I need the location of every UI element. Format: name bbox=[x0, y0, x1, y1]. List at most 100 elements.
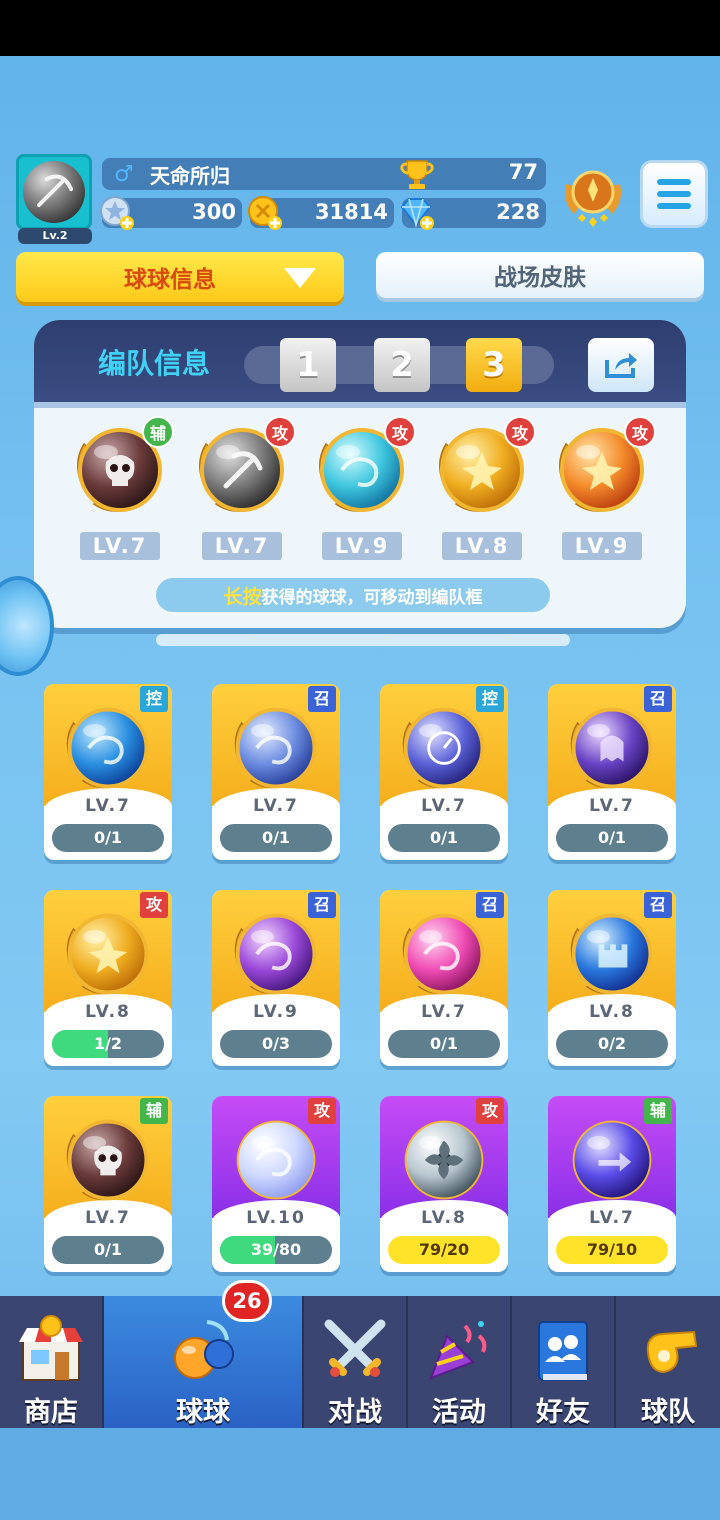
share-button[interactable] bbox=[588, 338, 654, 392]
menu-button[interactable] bbox=[640, 160, 708, 228]
upgrade-progress-bar: 0/2 bbox=[556, 1030, 668, 1058]
ball-role-tag: 攻 bbox=[140, 892, 168, 918]
nav-separator bbox=[302, 1296, 304, 1428]
ball-level: LV.8 bbox=[589, 1002, 635, 1022]
team-ball-level: LV.7 bbox=[80, 532, 160, 560]
nav-item-party-popper[interactable]: 活动 bbox=[408, 1296, 510, 1428]
nav-separator bbox=[510, 1296, 512, 1428]
sun-ball-icon[interactable]: 攻 bbox=[552, 416, 656, 520]
pickaxe-ball-icon[interactable]: 攻 bbox=[192, 416, 296, 520]
skull-ball-icon[interactable]: 辅 bbox=[70, 416, 174, 520]
team-hint: 长按 获得的球球，可移动到编队框 bbox=[156, 578, 550, 612]
balls-icon bbox=[165, 1312, 241, 1388]
ball-role-tag: 攻 bbox=[624, 416, 656, 448]
ball-role-tag: 攻 bbox=[264, 416, 296, 448]
ball-card[interactable]: 攻 LV.8 1/2 bbox=[44, 890, 172, 1066]
progress-text: 0/2 bbox=[597, 1034, 627, 1053]
nav-item-crossed-swords[interactable]: 对战 bbox=[304, 1296, 406, 1428]
status-bar bbox=[0, 0, 720, 56]
ball-role-tag: 控 bbox=[476, 686, 504, 712]
stars-value: 300 bbox=[192, 200, 236, 224]
upgrade-progress-bar: 0/1 bbox=[52, 1236, 164, 1264]
team-slot-3[interactable]: 3 bbox=[466, 338, 522, 392]
party-popper-icon bbox=[421, 1312, 497, 1388]
ball-level: LV.7 bbox=[421, 1002, 467, 1022]
ball-card[interactable]: 辅 LV.7 0/1 bbox=[44, 1096, 172, 1272]
progress-text: 0/1 bbox=[261, 828, 291, 847]
diamonds-bar[interactable]: 228 bbox=[400, 198, 546, 230]
ball-card[interactable]: 召 LV.8 0/2 bbox=[548, 890, 676, 1066]
player-name-bar[interactable]: ♂ 天命所归 77 bbox=[102, 158, 546, 190]
ball-card[interactable]: 召 LV.7 0/1 bbox=[380, 890, 508, 1066]
nav-item-whistle[interactable]: 球队 bbox=[616, 1296, 720, 1428]
whistle-icon bbox=[630, 1312, 706, 1388]
ball-role-tag: 召 bbox=[644, 892, 672, 918]
nav-item-balls[interactable]: 球球 bbox=[104, 1296, 302, 1428]
ball-card[interactable]: 攻 LV.10 39/80 bbox=[212, 1096, 340, 1272]
male-gender-icon: ♂ bbox=[114, 161, 134, 187]
team-ball-level: LV.9 bbox=[562, 532, 642, 560]
nav-separator bbox=[614, 1296, 616, 1428]
tab-ball-info[interactable]: 球球信息 bbox=[16, 252, 344, 302]
coins-bar[interactable]: 31814 bbox=[248, 196, 394, 230]
progress-text: 0/1 bbox=[597, 828, 627, 847]
nav-label: 对战 bbox=[328, 1397, 382, 1428]
player-avatar[interactable] bbox=[16, 154, 92, 230]
ball-level: LV.7 bbox=[85, 1208, 131, 1228]
upgrade-progress-bar: 0/1 bbox=[388, 1030, 500, 1058]
team-ball-level: LV.8 bbox=[442, 532, 522, 560]
diamond-plus-icon bbox=[400, 198, 434, 230]
ball-card[interactable]: 攻 LV.8 79/20 bbox=[380, 1096, 508, 1272]
shop-icon bbox=[13, 1312, 89, 1388]
upgrade-progress-bar: 0/1 bbox=[556, 824, 668, 852]
nav-separator bbox=[406, 1296, 408, 1428]
ball-card[interactable]: 控 LV.7 0/1 bbox=[380, 684, 508, 860]
nav-item-friends-book[interactable]: 好友 bbox=[512, 1296, 614, 1428]
team-panel: 编队信息 1 2 3 辅 LV.7 攻 LV.7 攻 LV.9 攻 LV.8 攻… bbox=[34, 320, 686, 628]
nav-label: 好友 bbox=[536, 1397, 590, 1428]
ball-role-tag: 召 bbox=[308, 686, 336, 712]
tab-battlefield-skin-label: 战场皮肤 bbox=[494, 265, 586, 291]
ball-card[interactable]: 控 LV.7 0/1 bbox=[44, 684, 172, 860]
star-token-plus-icon bbox=[100, 196, 134, 230]
ball-level: LV.10 bbox=[246, 1208, 306, 1228]
ball-card[interactable]: 召 LV.9 0/3 bbox=[212, 890, 340, 1066]
friends-book-icon bbox=[525, 1312, 601, 1388]
skull-ball-icon bbox=[60, 1112, 156, 1208]
ball-role-tag: 辅 bbox=[142, 416, 174, 448]
ball-card[interactable]: 召 LV.7 0/1 bbox=[212, 684, 340, 860]
progress-text: 0/1 bbox=[93, 1240, 123, 1259]
ball-role-tag: 辅 bbox=[140, 1098, 168, 1124]
upgrade-progress-bar: 1/2 bbox=[52, 1030, 164, 1058]
fan-ball-icon bbox=[396, 1112, 492, 1208]
ball-level: LV.8 bbox=[421, 1208, 467, 1228]
progress-text: 1/2 bbox=[93, 1034, 123, 1053]
team-header-stripe bbox=[34, 402, 686, 408]
stars-bar[interactable]: 300 bbox=[100, 196, 242, 230]
team-slot-2[interactable]: 2 bbox=[374, 338, 430, 392]
ball-role-tag: 召 bbox=[308, 892, 336, 918]
ball-role-tag: 攻 bbox=[384, 416, 416, 448]
nav-label: 球球 bbox=[176, 1397, 230, 1428]
progress-text: 39/80 bbox=[250, 1240, 302, 1259]
team-slot-1[interactable]: 1 bbox=[280, 338, 336, 392]
ice-castle-ball-icon bbox=[564, 906, 660, 1002]
coins-value: 31814 bbox=[314, 200, 388, 224]
vortex-ball-icon[interactable]: 攻 bbox=[312, 416, 416, 520]
nav-separator bbox=[102, 1296, 104, 1428]
upgrade-progress-bar: 79/20 bbox=[388, 1236, 500, 1264]
nav-item-shop[interactable]: 商店 bbox=[0, 1296, 102, 1428]
upgrade-progress-bar: 39/80 bbox=[220, 1236, 332, 1264]
golden-star-ball-icon[interactable]: 攻 bbox=[432, 416, 536, 520]
ball-role-tag: 召 bbox=[476, 892, 504, 918]
progress-text: 0/3 bbox=[261, 1034, 291, 1053]
ball-card[interactable]: 召 LV.7 0/1 bbox=[548, 684, 676, 860]
clock-ball-icon bbox=[396, 700, 492, 796]
ball-card[interactable]: 辅 LV.7 79/10 bbox=[548, 1096, 676, 1272]
nav-label: 活动 bbox=[432, 1397, 486, 1428]
rank-badge-icon[interactable] bbox=[560, 162, 626, 232]
menu-line bbox=[657, 191, 691, 197]
ball-role-tag: 攻 bbox=[308, 1098, 336, 1124]
team-ball-level: LV.7 bbox=[202, 532, 282, 560]
tab-battlefield-skin[interactable]: 战场皮肤 bbox=[376, 252, 704, 298]
